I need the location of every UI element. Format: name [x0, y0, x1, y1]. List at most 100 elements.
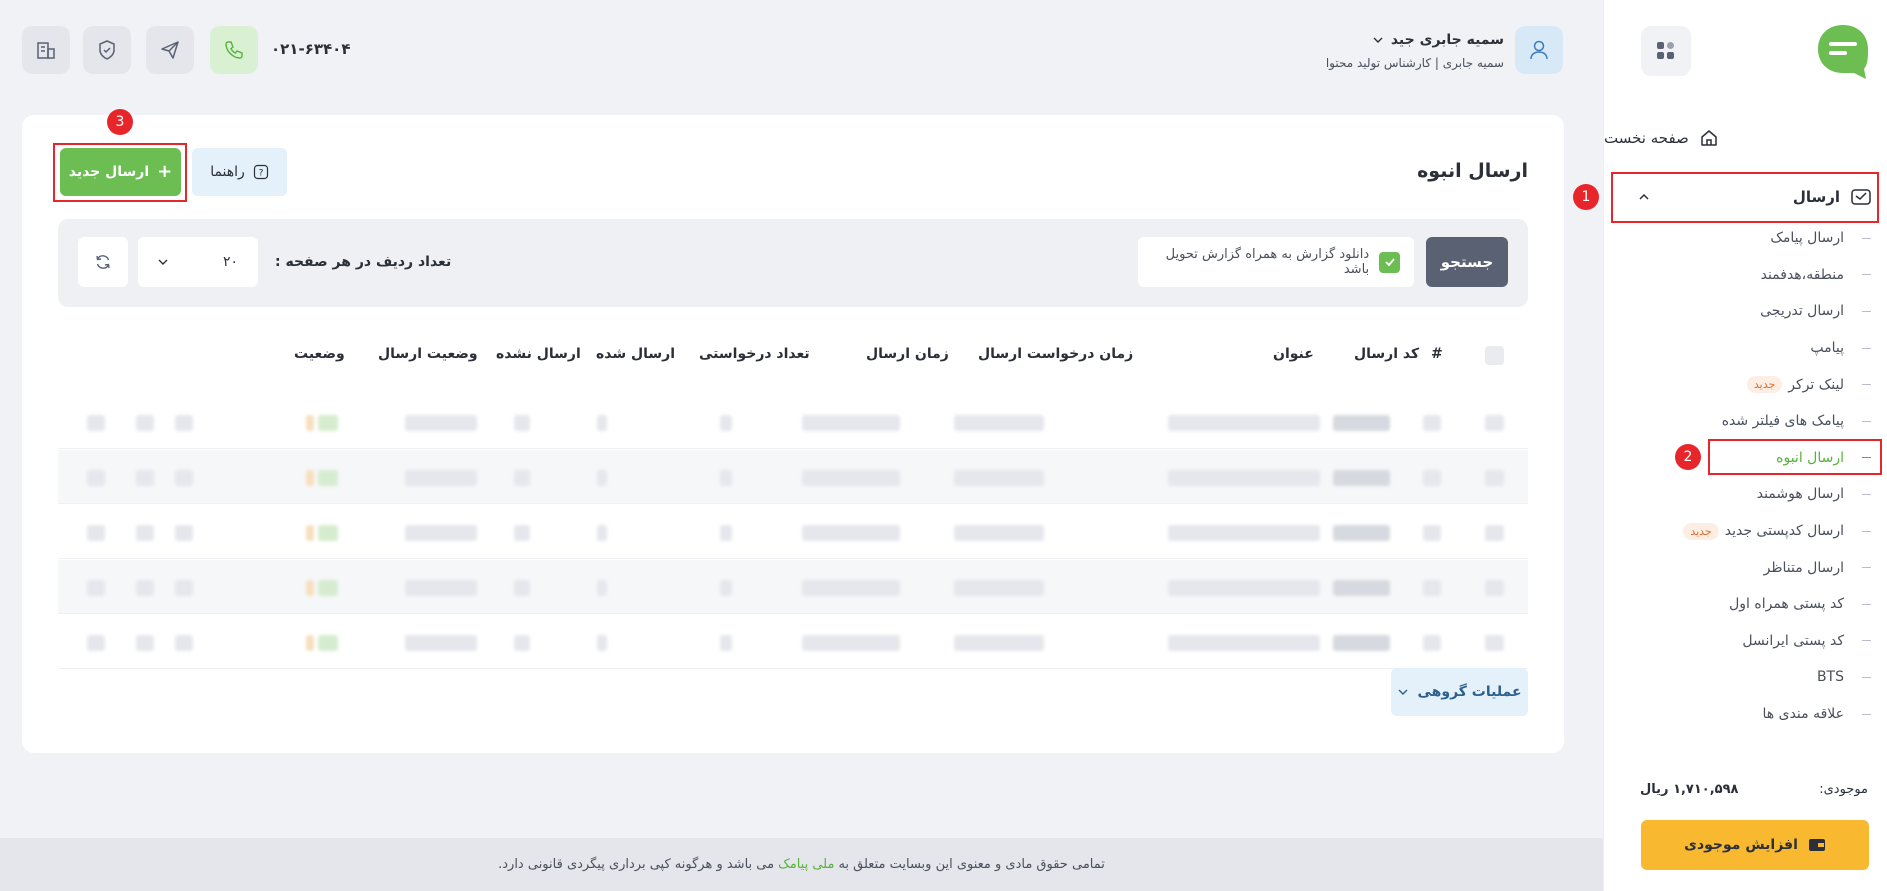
sidebar-item[interactable]: پیامک های فیلتر شده	[1604, 403, 1887, 440]
sidebar-item[interactable]: منطقه،هدفمند	[1604, 257, 1887, 294]
topup-label: افزایش موجودی	[1684, 837, 1798, 853]
chevron-down-icon	[158, 259, 168, 265]
table-row[interactable]	[58, 615, 1528, 669]
help-button[interactable]: ? راهنما	[192, 148, 287, 196]
bulk-operations-label: عملیات گروهی	[1417, 684, 1522, 700]
redacted-cell	[306, 470, 314, 486]
redacted-cell	[1423, 470, 1441, 486]
refresh-button[interactable]	[78, 237, 128, 287]
sidebar-item[interactable]: ارسال هوشمند	[1604, 476, 1887, 513]
footer-link[interactable]: ملی پیامک	[778, 857, 834, 872]
col-index: #	[1431, 346, 1443, 362]
download-report-option[interactable]: دانلود گزارش به همراه گزارش تحویل باشد	[1138, 237, 1414, 287]
table-header: # کد ارسال عنوان زمان درخواست ارسال زمان…	[58, 333, 1528, 377]
phone-button[interactable]	[210, 26, 258, 74]
table-row[interactable]	[58, 395, 1528, 449]
redacted-cell	[87, 415, 105, 431]
select-all-checkbox[interactable]	[1485, 346, 1504, 365]
redacted-cell	[1333, 635, 1390, 651]
redacted-cell	[306, 580, 314, 596]
rows-per-page-label: تعداد ردیف در هر صفحه :	[275, 254, 452, 270]
redacted-cell	[136, 580, 154, 596]
sidebar-item-label-wrap: جدید ارسال کدپستی جدید	[1677, 522, 1844, 540]
rows-per-page-select[interactable]: ۲۰	[138, 237, 258, 287]
sidebar-item[interactable]: ارسال متناظر	[1604, 549, 1887, 586]
sidebar-item[interactable]: پیامپ	[1604, 330, 1887, 367]
annotation-number-1: 1	[1573, 184, 1599, 210]
wallet-icon	[1808, 839, 1825, 851]
download-report-checkbox[interactable]	[1379, 251, 1400, 273]
building-button[interactable]	[22, 26, 70, 74]
table-row[interactable]	[58, 560, 1528, 614]
sidebar-item-label: ارسال تدریجی	[1760, 303, 1844, 320]
sidebar-item[interactable]: کد پستی همراه اول	[1604, 586, 1887, 623]
redacted-cell	[1333, 470, 1390, 486]
avatar[interactable]	[1515, 26, 1563, 74]
bulk-operations-button[interactable]: عملیات گروهی	[1391, 668, 1528, 716]
sidebar-item-label-wrap: کد پستی همراه اول	[1729, 596, 1844, 612]
sidebar-item-label-wrap: ارسال هوشمند	[1757, 486, 1844, 502]
sidebar-item[interactable]: کد پستی ایرانسل	[1604, 623, 1887, 660]
apps-grid-button[interactable]	[1641, 26, 1691, 76]
sidebar-item[interactable]: ارسال تدریجی	[1604, 293, 1887, 330]
sidebar-item-dash	[1862, 567, 1871, 569]
table-row[interactable]	[58, 505, 1528, 559]
redacted-cell	[405, 580, 477, 596]
sidebar-item-label-wrap: علاقه مندی ها	[1763, 706, 1844, 722]
redacted-cell	[318, 525, 338, 541]
redacted-cell	[720, 635, 732, 651]
sidebar-item-label-wrap: ارسال متناظر	[1764, 560, 1844, 576]
redacted-cell	[720, 470, 732, 486]
redacted-cell	[597, 470, 607, 486]
table-row[interactable]	[58, 450, 1528, 504]
sidebar-item-label: پیامپ	[1810, 340, 1844, 357]
shield-button[interactable]	[83, 26, 131, 74]
redacted-cell	[514, 470, 530, 486]
user-menu[interactable]: سمیه جابری جید	[1373, 32, 1504, 48]
sidebar-item-dash	[1862, 274, 1871, 276]
col-not-sent: ارسال نشده	[496, 346, 581, 362]
sidebar-item[interactable]: جدید ارسال کدپستی جدید	[1604, 513, 1887, 550]
refresh-icon	[96, 255, 110, 269]
sidebar-item-label-wrap: BTS	[1817, 669, 1844, 685]
redacted-cell	[720, 415, 732, 431]
sidebar-item-label: ارسال کدپستی جدید	[1724, 523, 1844, 540]
sidebar-item[interactable]: علاقه مندی ها	[1604, 696, 1887, 733]
redacted-cell	[802, 635, 900, 651]
sidebar-item-label-wrap: جدید لینک ترکر	[1741, 376, 1844, 394]
redacted-cell	[597, 580, 607, 596]
balance-label: موجودی:	[1819, 782, 1868, 797]
redacted-cell	[1423, 580, 1441, 596]
redacted-cell	[1423, 635, 1441, 651]
sidebar-item-label: علاقه مندی ها	[1762, 706, 1844, 723]
sidebar-item-label: BTS	[1816, 669, 1844, 686]
topup-button[interactable]: افزایش موجودی	[1641, 820, 1869, 870]
redacted-cell	[514, 580, 530, 596]
redacted-cell	[720, 580, 732, 596]
paper-plane-icon	[161, 41, 179, 59]
sidebar-item[interactable]: جدید لینک ترکر	[1604, 366, 1887, 403]
svg-text:?: ?	[258, 169, 263, 179]
sidebar-item[interactable]: ارسال پیامک	[1604, 220, 1887, 257]
redacted-cell	[1168, 415, 1320, 431]
grid-icon	[1657, 42, 1674, 59]
sidebar-item-label-wrap: پیامک های فیلتر شده	[1722, 413, 1844, 429]
search-button[interactable]: جستجو	[1426, 237, 1508, 287]
sidebar-item-label-wrap: پیامپ	[1810, 340, 1844, 356]
redacted-cell	[514, 415, 530, 431]
nav-home[interactable]: صفحه نخست	[1604, 120, 1874, 156]
redacted-cell	[405, 635, 477, 651]
redacted-cell	[1423, 415, 1441, 431]
redacted-cell	[597, 525, 607, 541]
annotation-number-3: 3	[107, 109, 133, 135]
app-logo[interactable]	[1814, 22, 1872, 80]
redacted-cell	[87, 580, 105, 596]
sidebar-item[interactable]: BTS	[1604, 659, 1887, 696]
telegram-button[interactable]	[146, 26, 194, 74]
sidebar-item-label: منطقه،هدفمند	[1760, 266, 1844, 283]
redacted-cell	[954, 580, 1044, 596]
page-title: ارسال انبوه	[1417, 160, 1528, 182]
col-title: عنوان	[1273, 346, 1314, 362]
sidebar-item-label-wrap: ارسال تدریجی	[1760, 303, 1844, 319]
col-send-status: وضعیت ارسال	[378, 346, 478, 362]
